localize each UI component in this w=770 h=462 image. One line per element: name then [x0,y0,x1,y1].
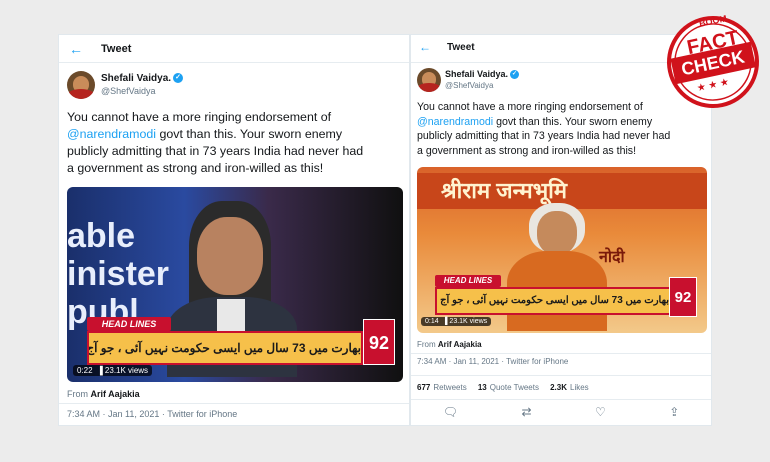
avatar[interactable] [67,71,95,99]
divider [411,353,711,354]
verified-icon: ✓ [173,73,184,84]
display-name[interactable]: Shefali Vaidya. ✓ [445,69,520,80]
video-player[interactable]: श्रीराम जन्मभूमि नोदी HEAD LINES بھارت م… [417,167,707,333]
tweet-meta: 7:34 AM · Jan 11, 2021 · Twitter for iPh… [417,357,569,366]
divider [411,375,711,376]
retweets-count[interactable]: 677 Retweets [417,383,467,392]
likes-count[interactable]: 2.3K Likes [550,383,589,392]
divider [59,403,409,404]
mention-link[interactable]: @narendramodi [417,116,493,128]
header-title: Tweet [447,42,475,53]
mention-link[interactable]: @narendramodi [67,127,156,141]
user-handle[interactable]: @ShefVaidya [445,81,493,90]
speaker-face [537,211,577,255]
quotes-count[interactable]: 13 Quote Tweets [478,383,539,392]
video-views: 0:22 ▐ 23.1K views [73,365,153,376]
display-name[interactable]: Shefali Vaidya. ✓ [101,73,184,84]
fact-check-stamp: BOOM FACT CHECK ★ ★ ★ [664,10,762,114]
action-bar: 🗨 ⇄ ♡ ⇪ [411,405,711,419]
headlines-badge: HEAD LINES [435,275,501,287]
video-views: 0:14 ▐ 23.1K views [421,317,492,326]
backdrop-text: able inister publ [67,217,170,331]
tweet-meta: 7:34 AM · Jan 11, 2021 · Twitter for iPh… [67,409,238,419]
divider [411,399,711,400]
headlines-badge: HEAD LINES [87,317,171,331]
tweet-text: You cannot have a more ringing endorseme… [67,110,364,175]
channel-logo: 92 [363,319,395,365]
engagement-stats: 677 Retweets 13 Quote Tweets 2.3K Likes [417,383,589,392]
tweet-header: ← Tweet [59,35,409,63]
from-attribution[interactable]: From Arif Aajakia [67,389,140,399]
like-icon[interactable]: ♡ [595,405,606,419]
back-arrow-icon[interactable]: ← [69,42,83,56]
retweet-icon[interactable]: ⇄ [521,405,531,419]
from-attribution[interactable]: From Arif Aajakia [417,340,482,349]
news-ticker: بھارت میں 73 سال میں ایسی حکومت نہیں آئی… [435,287,671,315]
speaker-face [197,217,263,295]
tweet-card-left: ← Tweet Shefali Vaidya. ✓ @ShefVaidya You… [58,34,410,426]
verified-icon: ✓ [510,70,520,80]
video-player[interactable]: able inister publ HEAD LINES بھارت میں 7… [67,187,403,382]
channel-logo: 92 [669,277,697,317]
news-ticker: بھارت میں 73 سال میں ایسی حکومت نہیں آئی… [87,331,363,365]
avatar[interactable] [417,68,441,92]
back-arrow-icon[interactable]: ← [419,41,431,53]
event-banner-2: नोदी [599,249,625,266]
reply-icon[interactable]: 🗨 [443,405,458,419]
share-icon[interactable]: ⇪ [669,405,679,419]
header-title: Tweet [101,43,132,55]
user-handle[interactable]: @ShefVaidya [101,86,156,96]
